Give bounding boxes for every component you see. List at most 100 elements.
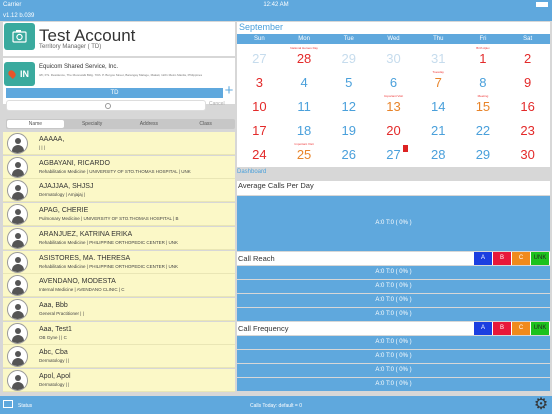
- list-item[interactable]: APAG, CHERIE Pulmonary Medicine | UNIVERS…: [3, 203, 235, 227]
- list-item[interactable]: AGBAYANI, RICARDO Rehabilitation Medicine…: [3, 155, 235, 179]
- day-number: 6: [389, 75, 398, 90]
- calendar-day[interactable]: 12: [326, 93, 371, 117]
- calendar-day[interactable]: 16: [505, 93, 550, 117]
- calendar-day[interactable]: 20: [371, 117, 416, 141]
- avatar: [7, 227, 28, 249]
- avatar: [7, 204, 28, 226]
- calendar-month: September: [239, 22, 284, 32]
- calendar-day[interactable]: 2: [505, 45, 550, 69]
- day-number: 12: [341, 99, 357, 114]
- calendar-day[interactable]: 10: [237, 93, 282, 117]
- calendar-day[interactable]: 11: [282, 93, 327, 117]
- list-item[interactable]: AAAAA, | | |: [3, 132, 235, 155]
- day-event-label: Meeting: [477, 94, 489, 98]
- calendar-day[interactable]: 27: [237, 45, 282, 69]
- call-reach-b-button[interactable]: B: [493, 252, 511, 265]
- call-reach-a-button[interactable]: A: [474, 252, 492, 265]
- status-label[interactable]: Status: [18, 403, 32, 409]
- list-item[interactable]: ARANJUEZ, KATRINA ERIKA Rehabilitation Me…: [3, 226, 235, 250]
- calendar-day[interactable]: 22: [461, 117, 506, 141]
- calendar-day[interactable]: 19: [326, 117, 371, 141]
- calendar-day[interactable]: Important Visit 13: [371, 93, 416, 117]
- call-reach-row: A:0 T:0 ( 0% ): [237, 266, 550, 279]
- calendar-day[interactable]: 21: [416, 117, 461, 141]
- doctor-details: Pulmonary Medicine | UNIVERSITY OF STO.T…: [39, 216, 179, 222]
- list-item[interactable]: Aaa, Bbb General Practitioner | |: [3, 297, 235, 321]
- calendar-day[interactable]: 17: [237, 117, 282, 141]
- calendar-day[interactable]: 27: [371, 141, 416, 165]
- weekday-label: Wed: [387, 36, 400, 42]
- day-number: 26: [341, 147, 357, 162]
- call-reach-header: Call Reach A B C UNK: [237, 252, 550, 265]
- list-item[interactable]: Apol, Apol Dermatology | |: [3, 369, 235, 392]
- calendar-day[interactable]: 5: [326, 69, 371, 93]
- tab-name[interactable]: Name: [7, 120, 64, 128]
- list-item[interactable]: AJAJJAA, SHJSJ Dermatology | Amjajaj |: [3, 179, 235, 203]
- day-number: 18: [296, 123, 312, 138]
- calendar-day[interactable]: 8: [461, 69, 506, 93]
- call-frequency-unk-button[interactable]: UNK: [531, 322, 549, 335]
- call-frequency-row: A:0 T:0 ( 0% ): [237, 336, 550, 349]
- calendar-day[interactable]: 3: [237, 69, 282, 93]
- calendar-day[interactable]: 6: [371, 69, 416, 93]
- calendar-day[interactable]: 4: [282, 69, 327, 93]
- inbox-icon[interactable]: [3, 400, 13, 408]
- calendar-day[interactable]: 26: [326, 141, 371, 165]
- calendar-day[interactable]: 28: [416, 141, 461, 165]
- day-number: 29: [341, 51, 357, 66]
- weekday-label: Fri: [479, 36, 487, 42]
- list-item[interactable]: Abc, Cba Dermatology | |: [3, 345, 235, 369]
- tab-address[interactable]: Address: [121, 120, 178, 128]
- add-doctor-button[interactable]: +: [223, 83, 235, 98]
- call-frequency-c-button[interactable]: C: [512, 322, 530, 335]
- list-item[interactable]: ASISTORES, MA. THERESA Rehabilitation Med…: [3, 250, 235, 274]
- tab-specialty[interactable]: Specialty: [64, 120, 121, 128]
- list-item[interactable]: AVENDANO, MODESTA Internal Medicine | AVE…: [3, 274, 235, 298]
- day-number: 29: [475, 147, 491, 162]
- avatar: [7, 133, 28, 154]
- calendar-day[interactable]: 23: [505, 117, 550, 141]
- call-reach-c-button[interactable]: C: [512, 252, 530, 265]
- calendar-day[interactable]: Birth Ajlex 1: [461, 45, 506, 69]
- calendar-day[interactable]: Important Visit 25: [282, 141, 327, 165]
- calendar-day[interactable]: 24: [237, 141, 282, 165]
- avg-calls-box: A:0 T:0 ( 0% ): [237, 196, 550, 251]
- day-number: 24: [252, 147, 267, 162]
- calendar-day[interactable]: 31: [416, 45, 461, 69]
- company-address: 3/F, P.S. Residence, The Moonwalk Bldg. …: [39, 73, 203, 77]
- checkin-button[interactable]: IN: [4, 62, 35, 86]
- day-event-label: Important Visit: [383, 94, 404, 98]
- calendar-day[interactable]: Meeting 15: [461, 93, 506, 117]
- weekday-label: Tue: [343, 36, 354, 42]
- calendar-day[interactable]: National Heroes Day 28: [282, 45, 327, 69]
- tab-class[interactable]: Class: [177, 120, 234, 128]
- cancel-search-button[interactable]: Cancel: [209, 101, 225, 107]
- calendar-day[interactable]: 9: [505, 69, 550, 93]
- calendar-day[interactable]: 18: [282, 117, 327, 141]
- account-card: Test Account Territory Manager ( TD): [3, 22, 235, 56]
- camera-button[interactable]: [4, 23, 35, 50]
- search-input[interactable]: [6, 100, 206, 111]
- call-reach-unk-button[interactable]: UNK: [531, 252, 549, 265]
- doctor-name: AAAAA,: [39, 136, 65, 143]
- calendar-day[interactable]: 30: [371, 45, 416, 69]
- day-number: 1: [479, 51, 487, 66]
- doctor-name: AJAJJAA, SHJSJ: [39, 183, 94, 191]
- calendar-day[interactable]: 29: [326, 45, 371, 69]
- day-number: 30: [386, 51, 401, 66]
- calendar-day[interactable]: 30: [505, 141, 550, 165]
- weekday-label: Sun: [254, 36, 265, 42]
- call-frequency-a-button[interactable]: A: [474, 322, 492, 335]
- bookmark-icon: [403, 145, 409, 152]
- doctor-name: Abc, Cba: [39, 349, 68, 357]
- calendar-day[interactable]: 14: [416, 93, 461, 117]
- avg-calls-value: A:0 T:0 ( 0% ): [375, 220, 412, 226]
- calendar-day[interactable]: 29: [461, 141, 506, 165]
- day-number: 4: [300, 75, 308, 90]
- list-item[interactable]: Aaa, Test1 OB Gyne | | C: [3, 321, 235, 345]
- gear-icon[interactable]: ⚙: [532, 396, 550, 414]
- day-event-label: Tuesday: [432, 70, 444, 74]
- call-frequency-b-button[interactable]: B: [493, 322, 511, 335]
- day-number: 30: [520, 147, 535, 162]
- calendar-day[interactable]: Tuesday 7: [416, 69, 461, 93]
